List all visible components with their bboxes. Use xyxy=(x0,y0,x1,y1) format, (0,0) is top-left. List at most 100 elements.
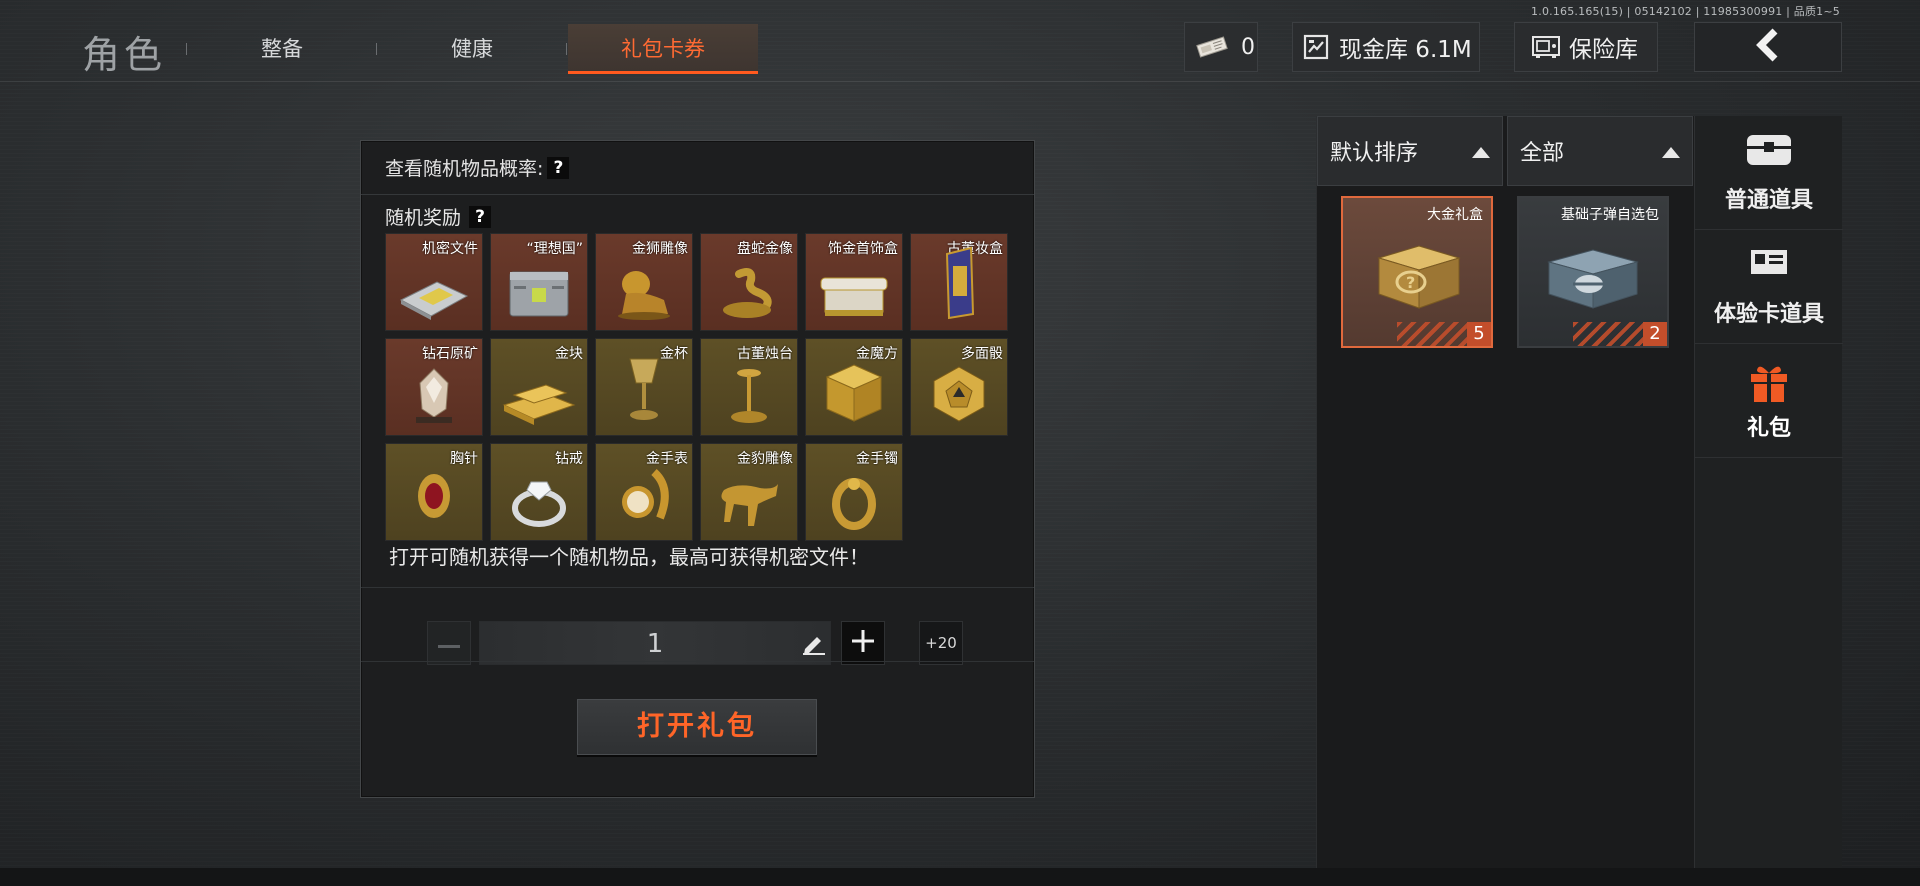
reward-item-label: 金手表 xyxy=(646,451,688,467)
reward-item-label: 饰金首饰盒 xyxy=(828,241,898,257)
reward-item-label: 古董烛台 xyxy=(737,346,793,362)
ammo-box-icon xyxy=(1547,249,1639,309)
reward-item-label: 多面骰 xyxy=(961,346,1003,362)
reward-item[interactable]: 金手镯 xyxy=(805,443,903,541)
filter-dropdown[interactable]: 全部 xyxy=(1507,116,1693,186)
item-rarity-stripes xyxy=(1397,322,1467,346)
filter-label: 全部 xyxy=(1520,141,1565,166)
reward-item-label: 金块 xyxy=(555,346,583,362)
reward-item[interactable]: 金块 xyxy=(490,338,588,436)
plus-icon xyxy=(851,629,875,657)
tab-gift-coupons[interactable]: 礼包卡券 xyxy=(568,24,758,74)
category-label: 普通道具 xyxy=(1724,188,1813,213)
lion-statue-icon xyxy=(618,271,670,320)
bottom-strip xyxy=(0,868,1920,886)
page-title: 角色 xyxy=(82,33,167,77)
reward-item[interactable]: 盘蛇金像 xyxy=(700,233,798,331)
chevron-left-icon xyxy=(1753,28,1783,66)
inventory-item-count: 5 xyxy=(1467,322,1491,346)
minus-icon xyxy=(438,634,460,653)
candlestick-icon xyxy=(731,369,767,423)
cash-vault-button[interactable]: 现金库 6.1M xyxy=(1292,22,1480,72)
rewards-header: 随机奖励 ? xyxy=(385,203,492,230)
reward-item[interactable]: 古董妆盒 xyxy=(910,233,1008,331)
chevron-up-icon xyxy=(1472,147,1490,158)
reward-item[interactable]: “理想国” xyxy=(490,233,588,331)
tab-health[interactable]: 健康 xyxy=(378,24,566,74)
tab-separator xyxy=(186,43,187,55)
pencil-icon[interactable] xyxy=(801,633,825,659)
category-label: 礼包 xyxy=(1746,416,1791,441)
reward-item[interactable]: 古董烛台 xyxy=(700,338,798,436)
ticket-counter[interactable]: 0 xyxy=(1184,22,1258,72)
reward-item[interactable]: 金手表 xyxy=(595,443,693,541)
category-common-items[interactable]: 普通道具 xyxy=(1695,116,1843,230)
inventory-item[interactable]: 基础子弹自选包 2 xyxy=(1517,196,1669,348)
quantity-input[interactable]: 1 xyxy=(479,621,831,665)
cash-vault-icon xyxy=(1303,34,1329,60)
inventory-item[interactable]: 大金礼盒 ? 5 xyxy=(1341,196,1493,348)
increase-quantity-button[interactable] xyxy=(841,621,885,665)
chest-icon xyxy=(1747,135,1791,165)
reward-item[interactable]: 钻戒 xyxy=(490,443,588,541)
gold-gift-box-icon: ? xyxy=(1377,245,1461,309)
reward-item-label: 机密文件 xyxy=(422,241,478,257)
safe-vault-label: 保险库 xyxy=(1569,37,1638,63)
tab-separator xyxy=(566,43,567,55)
inventory-item-name: 大金礼盒 xyxy=(1427,207,1483,223)
id-card-icon xyxy=(1751,250,1787,274)
sort-dropdown[interactable]: 默认排序 xyxy=(1317,116,1503,186)
reward-item-label: 金手镯 xyxy=(856,451,898,467)
cash-vault-label: 现金库 6.1M xyxy=(1339,37,1472,63)
reward-item[interactable]: 饰金首饰盒 xyxy=(805,233,903,331)
ticket-count: 0 xyxy=(1241,34,1255,60)
reward-item[interactable]: 钻石原矿 xyxy=(385,338,483,436)
leopard-statue-icon xyxy=(721,484,778,526)
top-bar: 角色 整备 健康 礼包卡券 0 现金库 6.1M 保险库 xyxy=(0,0,1920,82)
ticket-icon xyxy=(1195,35,1229,59)
category-gift-packs[interactable]: 礼包 xyxy=(1695,344,1843,458)
reward-item[interactable]: 多面骰 xyxy=(910,338,1008,436)
safe-icon xyxy=(1531,35,1561,59)
rewards-help-icon[interactable]: ? xyxy=(469,205,492,228)
antique-case-icon xyxy=(945,246,975,320)
gold-watch-icon xyxy=(622,469,669,520)
reward-item[interactable]: 金狮雕像 xyxy=(595,233,693,331)
gift-detail-panel: 查看随机物品概率: ? 随机奖励 ? 机密文件 “理想国” 金狮雕像 盘蛇金像 … xyxy=(360,140,1035,798)
inventory-item-count: 2 xyxy=(1643,322,1667,346)
gift-icon xyxy=(1751,366,1787,402)
category-sidebar: 普通道具 体验卡道具 礼包 xyxy=(1694,116,1843,868)
chevron-up-icon xyxy=(1662,147,1680,158)
probability-help-icon[interactable]: ? xyxy=(547,156,570,179)
reward-item[interactable]: 金杯 xyxy=(595,338,693,436)
category-trial-cards[interactable]: 体验卡道具 xyxy=(1695,230,1843,344)
reward-item[interactable]: 金豹雕像 xyxy=(700,443,798,541)
reward-item-label: 盘蛇金像 xyxy=(737,241,793,257)
diamond-ring-icon xyxy=(512,481,566,527)
gold-cube-icon xyxy=(825,364,883,422)
inventory-item-name: 基础子弹自选包 xyxy=(1561,207,1659,223)
probability-header: 查看随机物品概率: ? xyxy=(361,141,1034,195)
probability-label: 查看随机物品概率: xyxy=(385,158,544,180)
reward-item-label: 钻戒 xyxy=(555,451,583,467)
category-label: 体验卡道具 xyxy=(1713,302,1824,327)
svg-text:?: ? xyxy=(1406,273,1415,292)
safe-vault-button[interactable]: 保险库 xyxy=(1514,22,1658,72)
reward-item[interactable]: 胸针 xyxy=(385,443,483,541)
gift-description: 打开可随机获得一个随机物品，最高可获得机密文件！ xyxy=(389,545,869,569)
item-rarity-stripes xyxy=(1573,322,1643,346)
decrease-quantity-button[interactable] xyxy=(427,621,471,665)
tab-equipment[interactable]: 整备 xyxy=(188,24,376,74)
reward-item-label: 金狮雕像 xyxy=(632,241,688,257)
gold-bar-icon xyxy=(502,384,576,425)
reward-item-label: 金杯 xyxy=(660,346,688,362)
reward-item-label: 钻石原矿 xyxy=(422,346,478,362)
reward-item[interactable]: 金魔方 xyxy=(805,338,903,436)
open-gift-button[interactable]: 打开礼包 xyxy=(577,699,817,755)
add-twenty-button[interactable]: +20 xyxy=(919,621,963,665)
raw-diamond-icon xyxy=(416,368,452,423)
divider xyxy=(361,587,1034,588)
back-button[interactable] xyxy=(1694,22,1842,72)
reward-item[interactable]: 机密文件 xyxy=(385,233,483,331)
document-case-icon xyxy=(399,281,469,320)
